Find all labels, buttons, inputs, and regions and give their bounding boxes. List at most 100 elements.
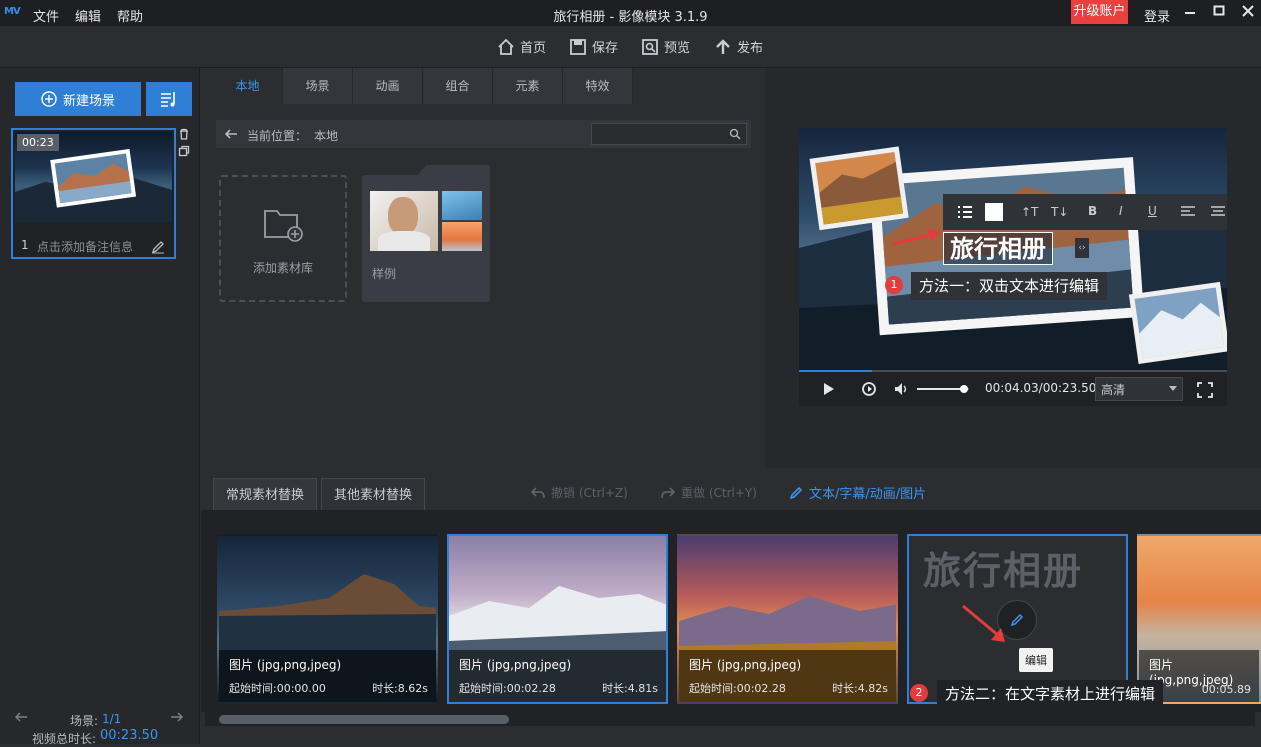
new-scene-button[interactable]: 新建场景 [15,82,141,116]
close-icon[interactable] [1242,4,1254,22]
list-icon[interactable] [957,204,973,220]
scene-panel: 新建场景 00:23 1 点击添加备注信息 场景: 1/1 视频总时长: 00:… [0,68,200,746]
material-replace-panel: 常规素材替换 其他素材替换 撤销 (Ctrl+Z) 重做 (Ctrl+Y) 文本… [201,468,1261,744]
bold-icon[interactable]: B [1088,204,1097,218]
scene-label: 场景: [70,714,99,728]
clip-duration: 时长:4.81s [602,682,658,695]
align-center-icon[interactable] [1211,206,1225,218]
title-bar: MV 文件 编辑 帮助 旅行相册 - 影像模块 3.1.9 升级账户 登录 [0,0,1261,26]
player-controls: 00:04.03/00:23.50 高清 [799,372,1227,406]
clip-duration: 时长:4.82s [832,682,888,695]
edit-text-link[interactable]: 文本/字幕/动画/图片 [789,483,926,502]
scrollbar-thumb[interactable] [219,715,509,724]
material-clip[interactable]: 图片 (jpg,png,jpeg) 00:05.89 [1137,534,1261,704]
material-clip[interactable]: 图片 (jpg,png,jpeg) 起始时间:00:02.28 时长:4.82s [677,534,898,704]
horizontal-scrollbar[interactable] [205,712,1255,726]
scene-sort-button[interactable] [146,82,192,116]
path-bar: 当前位置： 本地 [216,120,751,148]
chevron-down-icon [1169,386,1177,391]
tab-elements[interactable]: 元素 [493,68,563,104]
text-material-clip[interactable]: 旅行相册 编辑 [907,534,1128,704]
scene-thumbnail: 00:23 [15,132,172,222]
next-scene-icon[interactable] [170,711,184,723]
tab-regular-replace[interactable]: 常规素材替换 [213,478,318,511]
maximize-icon[interactable] [1213,4,1225,22]
tab-local[interactable]: 本地 [213,68,283,104]
sample-thumb-sunset [442,222,482,251]
underline-icon[interactable]: U [1148,204,1157,218]
clip-start: 起始时间:00:00.00 [229,682,326,695]
font-size-up-icon[interactable]: ↑T [1021,205,1038,219]
main-toolbar: 首页 保存 预览 发布 [0,26,1261,68]
sample-folder[interactable]: 样例 [362,165,490,302]
upload-icon [716,38,730,54]
clip-caption: 图片 (jpg,png,jpeg) 起始时间:00:00.00 时长:8.62s [219,650,436,702]
hint-method-2: 方法二：在文字素材上进行编辑 [937,680,1164,708]
volume-icon[interactable] [894,382,910,396]
quality-select[interactable]: 高清 [1095,377,1183,401]
sample-label: 样例 [372,267,397,281]
tab-animation[interactable]: 动画 [353,68,423,104]
title-text-box[interactable]: 旅行相册 [943,232,1053,265]
clip-start: 00:05.89 [1201,683,1251,696]
tab-scene[interactable]: 场景 [283,68,353,104]
prev-scene-icon[interactable] [14,711,28,723]
login-button[interactable]: 登录 [1144,6,1170,25]
edit-pencil-icon[interactable] [151,240,165,254]
total-duration-label: 视频总时长: [32,732,97,746]
align-left-icon[interactable] [1181,206,1195,218]
sample-thumb-portrait [370,191,438,251]
save-icon [570,38,586,55]
clip-start: 起始时间:00:02.28 [689,682,786,695]
delete-icon[interactable] [178,128,190,140]
text-color-picker[interactable] [985,203,1003,221]
scene-note[interactable]: 点击添加备注信息 [37,238,133,255]
font-size-down-icon[interactable]: T↓ [1051,205,1068,219]
text-material-title: 旅行相册 [923,549,1084,593]
text-format-toolbar: ↑T T↓ B I U [943,194,1227,230]
scene-card[interactable]: 00:23 1 点击添加备注信息 [11,128,176,259]
preview-button[interactable]: 预览 [641,37,690,56]
add-folder-icon [264,210,303,242]
tab-other-replace[interactable]: 其他素材替换 [321,478,426,511]
preview-label: 预览 [664,41,691,56]
redo-button[interactable]: 重做 (Ctrl+Y) [661,484,757,501]
publish-label: 发布 [737,41,764,56]
tab-effects[interactable]: 特效 [563,68,633,104]
add-library-button[interactable]: 添加素材库 [219,175,347,302]
home-button[interactable]: 首页 [497,37,546,56]
preview-panel: ↑T T↓ B I U 旅行相册 ‹› 1 方法一：双击文本进行编辑 00:04… [765,68,1261,468]
clip-type: 图片 (jpg,png,jpeg) [689,658,802,672]
save-button[interactable]: 保存 [569,37,618,56]
replay-icon[interactable] [861,381,877,397]
plus-circle-icon [41,91,57,107]
clip-caption: 图片 (jpg,png,jpeg) 起始时间:00:02.28 时长:4.81s [449,650,666,702]
clip-type: 图片 (jpg,png,jpeg) [459,658,572,672]
home-icon [498,38,514,55]
path-label: 当前位置： [247,129,308,143]
upgrade-account-button[interactable]: 升级账户 [1071,0,1128,24]
add-library-label: 添加素材库 [252,261,313,275]
material-clip[interactable]: 图片 (jpg,png,jpeg) 起始时间:00:00.00 时长:8.62s [217,534,438,704]
material-clip[interactable]: 图片 (jpg,png,jpeg) 起始时间:00:02.28 时长:4.81s [447,534,668,704]
minimize-icon[interactable] [1184,4,1196,22]
fullscreen-icon[interactable] [1197,382,1213,398]
resize-handle[interactable]: ‹› [1075,238,1089,258]
library-tabs: 本地 场景 动画 组合 元素 特效 [213,68,633,104]
search-icon [729,128,741,140]
italic-icon[interactable]: I [1119,204,1123,218]
edit-text-link-label: 文本/字幕/动画/图片 [809,487,927,502]
publish-button[interactable]: 发布 [714,37,763,56]
undo-button[interactable]: 撤销 (Ctrl+Z) [531,484,628,501]
total-duration-value: 00:23.50 [100,728,159,743]
copy-icon[interactable] [178,145,190,157]
play-icon[interactable] [823,382,835,396]
edit-tooltip: 编辑 [1019,648,1053,672]
video-canvas[interactable]: ↑T T↓ B I U 旅行相册 ‹› 1 方法一：双击文本进行编辑 [799,128,1227,372]
back-arrow-icon[interactable] [224,128,238,140]
tab-combo[interactable]: 组合 [423,68,493,104]
save-label: 保存 [592,41,619,56]
volume-slider[interactable] [917,385,969,393]
library-search-input[interactable] [591,123,747,145]
hint-step-2: 2 [910,684,928,702]
